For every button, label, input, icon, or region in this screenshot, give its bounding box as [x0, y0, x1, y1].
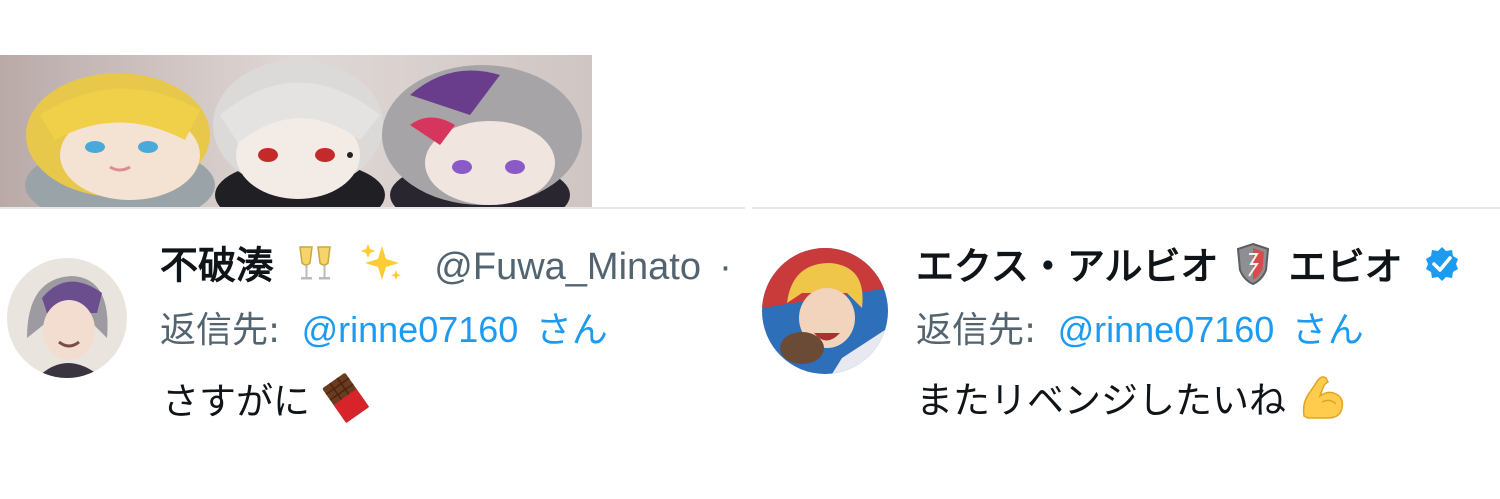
author-row: エクス・アルビオ エビオ [916, 242, 1461, 296]
author-name-part2[interactable]: エビオ [1289, 245, 1403, 289]
tweet-body: さすがに [162, 372, 372, 435]
author-row: 不破湊 @Fuwa_Minato · [160, 242, 732, 294]
author-name-part1[interactable]: エクス・アルビオ [916, 245, 1218, 289]
author-name[interactable]: 不破湊 [160, 244, 274, 288]
reply-suffix: さん [535, 310, 608, 351]
flexed-biceps-icon [1298, 372, 1348, 433]
avatar[interactable] [7, 258, 127, 378]
reply-mention-link[interactable]: @rinne07160 [302, 309, 519, 350]
tweet-media-image[interactable] [0, 55, 592, 207]
chocolate-bar-icon [322, 372, 372, 435]
sparkles-icon [360, 242, 404, 294]
reply-context: 返信先: @rinne07160 さん [916, 308, 1364, 353]
separator-dot: · [719, 245, 732, 288]
reply-prefix: 返信先: [916, 310, 1037, 351]
reply-suffix: さん [1291, 310, 1364, 351]
reply-prefix: 返信先: [160, 310, 281, 351]
plush-doll-white [213, 60, 385, 207]
reply-context: 返信先: @rinne07160 さん [160, 308, 608, 353]
verified-badge-icon [1423, 245, 1461, 293]
champagne-glasses-icon [296, 243, 334, 293]
shield-icon [1235, 242, 1271, 296]
avatar[interactable] [762, 248, 888, 374]
reply-mention-link[interactable]: @rinne07160 [1058, 309, 1275, 350]
plush-doll-silver [382, 65, 582, 207]
tweet-text: またリベンジしたいね [916, 379, 1286, 422]
tweet-text: さすがに [162, 380, 310, 423]
left-tweet-panel: 不破湊 @Fuwa_Minato · 返信先: @rinne07160 さん さ… [0, 0, 745, 499]
plush-dolls-photo [0, 55, 592, 207]
tweet-divider [752, 207, 1500, 209]
tweet-body: またリベンジしたいね [916, 372, 1348, 433]
right-tweet-panel: エクス・アルビオ エビオ 返信先: @rinne07160 さん またリベンジし… [752, 0, 1500, 499]
author-handle[interactable]: @Fuwa_Minato [434, 246, 701, 288]
tweet-divider [0, 207, 745, 209]
